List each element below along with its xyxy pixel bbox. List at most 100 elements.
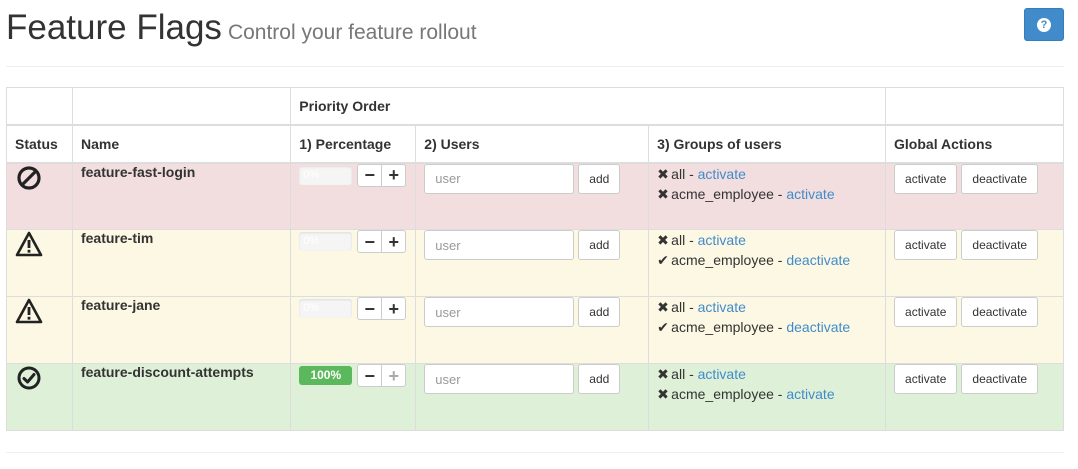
global-deactivate-button[interactable]: deactivate xyxy=(961,364,1039,394)
percentage-label: 100% xyxy=(310,368,342,382)
user-input[interactable] xyxy=(424,163,575,194)
footer-divider xyxy=(6,452,1064,453)
add-user-button[interactable]: add xyxy=(578,297,621,327)
global-deactivate-button[interactable]: deactivate xyxy=(961,230,1039,260)
group-activate-link[interactable]: activate xyxy=(698,299,746,315)
group-separator: - xyxy=(773,185,787,202)
increase-percentage-button[interactable]: + xyxy=(381,297,407,320)
add-user-button[interactable]: add xyxy=(578,163,621,194)
group-separator: - xyxy=(773,386,787,402)
status-cell xyxy=(6,296,73,364)
global-deactivate-button[interactable]: deactivate xyxy=(961,297,1039,327)
check-icon: ✔ xyxy=(657,319,669,335)
group-activate-link[interactable]: activate xyxy=(698,166,746,182)
priority-order-header: Priority Order xyxy=(290,87,887,126)
percentage-stepper: − + xyxy=(357,230,407,253)
warning-icon xyxy=(15,230,64,258)
group-separator: - xyxy=(685,232,698,248)
ban-icon xyxy=(15,164,64,192)
percentage-progress-bar: 100% xyxy=(299,366,353,385)
decrease-percentage-button[interactable]: − xyxy=(357,163,383,187)
user-input[interactable] xyxy=(424,364,575,394)
check-circle-icon xyxy=(15,364,64,392)
user-input[interactable] xyxy=(424,230,575,260)
group-separator: - xyxy=(773,252,787,268)
cross-icon: ✖ xyxy=(657,366,669,382)
user-input[interactable] xyxy=(424,297,575,327)
group-name: all xyxy=(671,165,686,182)
users-cell: add xyxy=(415,162,650,230)
cross-icon: ✖ xyxy=(657,386,669,402)
decrease-percentage-button[interactable]: − xyxy=(357,364,383,387)
global-actions-cell: activate deactivate xyxy=(885,229,1064,297)
global-activate-button[interactable]: activate xyxy=(894,364,958,394)
global-activate-button[interactable]: activate xyxy=(894,297,958,327)
global-deactivate-button[interactable]: deactivate xyxy=(961,163,1039,194)
decrease-percentage-button[interactable]: − xyxy=(357,230,383,253)
global-actions-column-header: Global Actions xyxy=(885,124,1064,164)
page-subtitle: Control your feature rollout xyxy=(227,21,477,44)
percentage-progress-fill: 100% xyxy=(299,366,353,385)
add-user-button[interactable]: add xyxy=(578,230,621,260)
cross-icon: ✖ xyxy=(657,185,669,202)
group-deactivate-link[interactable]: deactivate xyxy=(786,252,850,268)
header-blank-status xyxy=(6,87,73,126)
group-name: acme_employee xyxy=(671,319,774,335)
group-name: acme_employee xyxy=(671,252,774,268)
cross-icon: ✖ xyxy=(657,232,669,248)
percentage-progress-bar: 0% xyxy=(299,165,353,185)
groups-cell: ✖ all - activate ✔ acme_employee - deactiva… xyxy=(648,229,887,297)
status-cell xyxy=(6,363,73,431)
feature-row: feature-jane0%−+add✖all - activate✔acme_… xyxy=(6,296,1064,364)
percentage-label: 0% xyxy=(303,235,320,247)
groups-cell: ✖ all - activate ✖ acme_employee - activate xyxy=(648,363,887,431)
percentage-progress-bar: 0% xyxy=(299,299,353,318)
increase-percentage-button[interactable]: + xyxy=(381,364,407,387)
global-activate-button[interactable]: activate xyxy=(894,163,958,194)
percentage-stepper: − + xyxy=(357,364,407,387)
group-entry: ✖ all - activate xyxy=(657,164,877,184)
percentage-progress-bar: 0% xyxy=(299,232,353,251)
decrease-percentage-button[interactable]: − xyxy=(357,297,383,320)
global-actions-cell: activate deactivate xyxy=(885,296,1064,364)
status-cell xyxy=(6,162,73,230)
percentage-stepper: − + xyxy=(357,163,407,187)
feature-row: feature-discount-attempts 100% −+ add ✖all -… xyxy=(6,363,1064,431)
page-title: Feature Flags Control your feature rollou… xyxy=(6,8,477,48)
percentage-stepper: − + xyxy=(357,297,407,320)
cross-icon: ✖ xyxy=(657,299,669,315)
group-separator: - xyxy=(685,299,698,315)
increase-percentage-button[interactable]: + xyxy=(381,230,407,253)
header-blank-global xyxy=(885,87,1064,126)
global-activate-button[interactable]: activate xyxy=(894,230,958,260)
group-entry: ✖ all - activate xyxy=(657,297,877,317)
status-cell xyxy=(6,229,73,297)
page-title-text: Feature Flags xyxy=(6,8,222,47)
check-icon: ✔ xyxy=(657,252,669,268)
group-deactivate-link[interactable]: deactivate xyxy=(786,319,850,335)
group-separator: - xyxy=(685,366,698,382)
group-name: all xyxy=(671,299,686,315)
help-button[interactable]: ? xyxy=(1024,8,1064,41)
status-column-header: Status xyxy=(6,124,73,164)
users-cell: add xyxy=(415,363,650,431)
increase-percentage-button[interactable]: + xyxy=(381,163,407,187)
group-activate-link[interactable]: activate xyxy=(698,232,746,248)
groups-cell: ✖ all - activate ✔ acme_employee - deactiva… xyxy=(648,296,887,364)
groups-column-header: 3) Groups of users xyxy=(648,124,887,164)
group-activate-link[interactable]: activate xyxy=(786,186,834,202)
users-cell: add xyxy=(415,229,650,297)
global-actions-cell: activate deactivate xyxy=(885,363,1064,431)
group-activate-link[interactable]: activate xyxy=(786,386,834,402)
group-name: acme_employee xyxy=(671,185,774,202)
page-header: Feature Flags Control your feature rollou… xyxy=(6,0,1064,67)
group-name: all xyxy=(671,366,686,382)
name-column-header: Name xyxy=(71,124,292,164)
group-separator: - xyxy=(685,165,698,182)
add-user-button[interactable]: add xyxy=(578,364,621,394)
percentage-cell: 0% − + xyxy=(290,229,417,297)
group-activate-link[interactable]: activate xyxy=(698,366,746,382)
percentage-label: 0% xyxy=(303,168,320,181)
percentage-label: 0% xyxy=(303,302,320,314)
group-name: all xyxy=(671,232,686,248)
